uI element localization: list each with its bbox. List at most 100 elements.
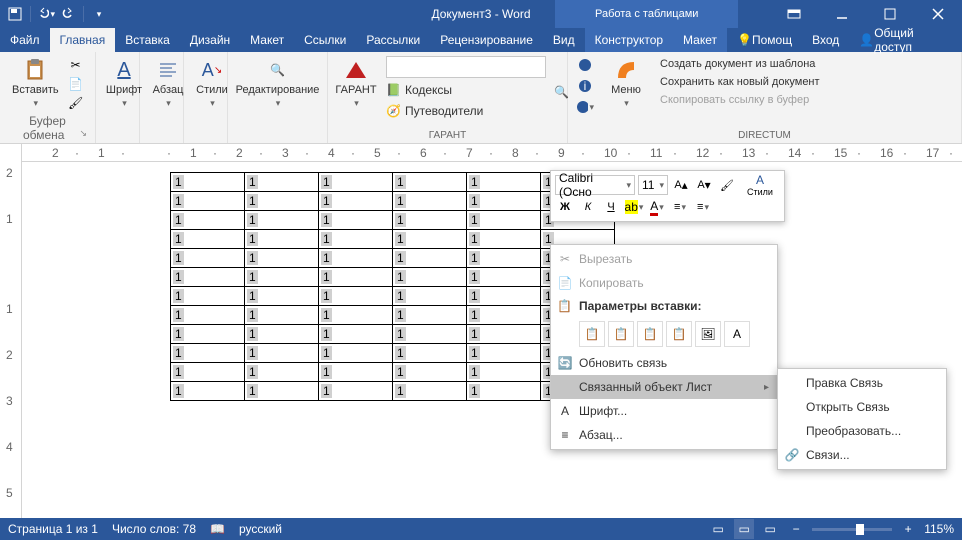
table-cell[interactable]: 1 [467,268,541,287]
table-cell[interactable]: 1 [171,211,245,230]
tab-file[interactable]: Файл [0,28,50,52]
redo-icon[interactable] [59,5,77,23]
table-cell[interactable]: 1 [319,230,393,249]
table-cell[interactable]: 1 [467,382,541,401]
table-cell[interactable]: 1 [245,249,319,268]
table-cell[interactable]: 1 [393,249,467,268]
underline-icon[interactable]: Ч [601,197,621,217]
directum-btn3[interactable]: ▾ [576,98,594,116]
tab-references[interactable]: Ссылки [294,28,356,52]
zoom-level[interactable]: 115% [924,522,954,536]
format-painter-mini-icon[interactable]: 🖌 [717,175,737,195]
table-cell[interactable]: 1 [319,268,393,287]
table-cell[interactable]: 1 [393,211,467,230]
table-cell[interactable]: 1 [393,268,467,287]
format-painter-icon[interactable]: 🖌 [67,94,85,112]
paste-opt-link-merge[interactable]: 📋 [666,321,692,347]
paste-opt-text[interactable]: A [724,321,750,347]
tab-home[interactable]: Главная [50,28,116,52]
bold-icon[interactable]: Ж [555,197,575,217]
table-cell[interactable]: 1 [467,230,541,249]
table-cell[interactable]: 1 [319,211,393,230]
table-cell[interactable]: 1 [171,230,245,249]
table-cell[interactable]: 1 [245,344,319,363]
table-cell[interactable]: 1 [393,192,467,211]
ctx-update-link[interactable]: 🔄Обновить связь [551,351,777,375]
table-cell[interactable]: 1 [245,382,319,401]
paste-button[interactable]: Вставить ▾ [8,56,63,111]
table-cell[interactable]: 1 [467,344,541,363]
share-button[interactable]: 👤 Общий доступ [849,28,962,52]
sub-edit-link[interactable]: Правка Связь [778,371,946,395]
table-cell[interactable]: 1 [319,192,393,211]
table-cell[interactable]: 1 [319,382,393,401]
spellcheck-icon[interactable]: 📖 [210,522,225,536]
sign-in[interactable]: Вход [802,28,849,52]
zoom-out-icon[interactable]: − [786,519,806,539]
save-icon[interactable] [6,5,24,23]
cut-icon[interactable]: ✂ [67,56,85,74]
undo-icon[interactable]: ▾ [37,5,55,23]
table-cell[interactable]: 1 [245,363,319,382]
directum-btn1[interactable] [576,56,594,74]
table-cell[interactable]: 1 [393,287,467,306]
table-cell[interactable]: 1 [467,306,541,325]
search-icon[interactable]: 🔍 [554,83,569,101]
copy-icon[interactable]: 📄 [67,75,85,93]
sub-links[interactable]: 🔗Связи... [778,443,946,467]
grow-font-icon[interactable]: A▴ [671,175,691,195]
table-cell[interactable]: 1 [245,192,319,211]
sub-convert[interactable]: Преобразовать... [778,419,946,443]
table-cell[interactable]: 1 [467,363,541,382]
clipboard-launcher-icon[interactable]: ↘ [79,128,87,139]
tab-design[interactable]: Дизайн [180,28,240,52]
table-cell[interactable]: 1 [467,192,541,211]
table-cell[interactable]: 1 [467,325,541,344]
shrink-font-icon[interactable]: A▾ [694,175,714,195]
save-as-new[interactable]: Сохранить как новый документ [660,74,820,90]
table-cell[interactable]: 1 [171,325,245,344]
sub-open-link[interactable]: Открыть Связь [778,395,946,419]
editing-group-button[interactable]: 🔍Редактирование▾ [236,56,319,111]
minimize-button[interactable] [822,0,862,28]
table-cell[interactable]: 1 [393,306,467,325]
table-cell[interactable]: 1 [245,230,319,249]
status-words[interactable]: Число слов: 78 [112,522,196,536]
read-mode-icon[interactable]: ▭ [708,519,728,539]
table-cell[interactable]: 1 [393,230,467,249]
table-cell[interactable]: 1 [319,363,393,382]
tab-constructor[interactable]: Конструктор [585,28,673,52]
table-cell[interactable]: 1 [171,192,245,211]
ribbon-display-icon[interactable] [774,0,814,28]
tab-insert[interactable]: Вставка [115,28,180,52]
paste-opt-merge[interactable]: 📋 [608,321,634,347]
vertical-ruler[interactable]: 21 12 34 5 [0,162,22,522]
tab-view[interactable]: Вид [543,28,585,52]
ctx-linked-object[interactable]: Связанный объект Лист▸ [551,375,777,399]
table-cell[interactable]: 1 [171,306,245,325]
ctx-font[interactable]: AШрифт... [551,399,777,423]
paste-opt-link-source[interactable]: 📋 [637,321,663,347]
table-cell[interactable]: 1 [319,287,393,306]
directum-btn2[interactable]: i [576,77,594,95]
table-cell[interactable]: 1 [467,173,541,192]
kodeksy-link[interactable]: 📗Кодексы [386,81,546,99]
document-table[interactable]: 1111111111111111111111111111111111111111… [170,172,615,401]
table-cell[interactable]: 1 [245,211,319,230]
table-cell[interactable]: 1 [171,287,245,306]
print-layout-icon[interactable]: ▭ [734,519,754,539]
garant-button[interactable]: ГАРАНТ▾ [336,56,376,111]
table-cell[interactable]: 1 [171,173,245,192]
table-cell[interactable]: 1 [467,287,541,306]
table-cell[interactable]: 1 [245,173,319,192]
table-cell[interactable]: 1 [171,344,245,363]
table-cell[interactable]: 1 [171,363,245,382]
highlight-icon[interactable]: ab▾ [624,197,644,217]
table-cell[interactable]: 1 [319,173,393,192]
create-from-template[interactable]: Создать документ из шаблона [660,56,820,72]
tell-me[interactable]: 💡 Помощ [727,28,802,52]
table-cell[interactable]: 1 [467,249,541,268]
table-cell[interactable]: 1 [393,173,467,192]
web-layout-icon[interactable]: ▭ [760,519,780,539]
directum-menu-button[interactable]: Меню▾ [606,56,646,111]
